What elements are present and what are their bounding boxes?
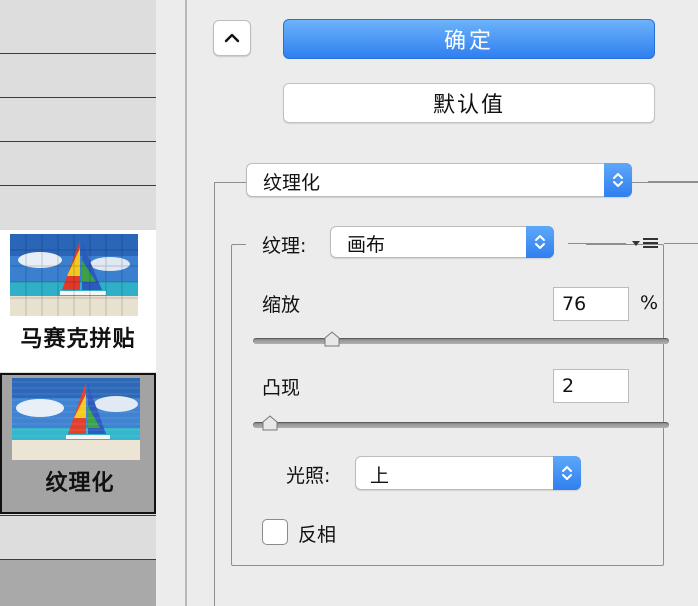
stepper-icon (526, 226, 554, 258)
relief-slider[interactable] (253, 422, 669, 428)
group-divider (568, 243, 626, 244)
stepper-icon (604, 163, 632, 197)
scaling-label: 缩放 (262, 294, 301, 316)
scaling-slider[interactable] (253, 338, 669, 344)
gallery-row[interactable] (0, 0, 156, 54)
scaling-slider-thumb[interactable] (323, 331, 341, 347)
filter-select[interactable]: 纹理化 (246, 163, 632, 197)
texture-select-value: 画布 (347, 234, 386, 256)
relief-input[interactable]: 2 (553, 369, 629, 403)
invert-label: 反相 (298, 524, 337, 546)
relief-label: 凸现 (262, 377, 301, 399)
gallery-row[interactable] (0, 515, 156, 560)
default-button[interactable]: 默认值 (283, 83, 655, 123)
light-select[interactable]: 上 (355, 456, 581, 490)
gallery-row[interactable] (0, 186, 156, 229)
filter-gallery: 马赛克拼贴 纹理化 (0, 0, 187, 606)
light-select-value: 上 (370, 465, 390, 487)
panel-menu-icon[interactable] (630, 235, 662, 251)
collapse-button[interactable] (213, 20, 251, 56)
group-divider (664, 243, 698, 244)
invert-checkbox[interactable] (262, 519, 288, 545)
scaling-input[interactable]: 76 (553, 287, 629, 321)
texture-select[interactable]: 画布 (330, 226, 554, 258)
gallery-divider (185, 0, 187, 606)
filter-select-value: 纹理化 (263, 172, 321, 194)
stepper-icon (553, 456, 581, 490)
light-label: 光照: (286, 465, 331, 487)
texture-type-label: 纹理: (262, 235, 307, 257)
gallery-row[interactable] (0, 560, 156, 606)
ok-button[interactable]: 确定 (283, 19, 655, 59)
texture-label: 纹理化 (45, 471, 115, 496)
scaling-unit: % (640, 292, 659, 314)
group-divider (648, 181, 698, 182)
gallery-row[interactable] (0, 54, 156, 98)
mosaic-thumbnail-image (10, 234, 138, 316)
gallery-row[interactable] (0, 98, 156, 142)
chevron-up-icon (224, 33, 240, 43)
filter-thumb-texture[interactable]: 纹理化 (0, 373, 156, 514)
filter-thumb-mosaic[interactable]: 马赛克拼贴 (0, 230, 156, 372)
relief-slider-thumb[interactable] (261, 415, 279, 431)
gallery-row[interactable] (0, 142, 156, 186)
texture-thumbnail-image (12, 378, 140, 460)
mosaic-label: 马赛克拼贴 (20, 327, 136, 352)
